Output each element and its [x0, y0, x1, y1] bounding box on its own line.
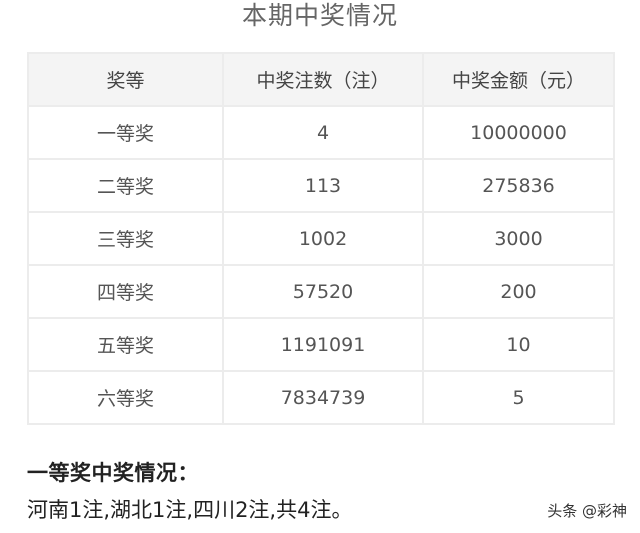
- prize-level: 二等奖: [27, 158, 224, 213]
- table-row: 一等奖 4 10000000: [27, 105, 615, 160]
- prize-count: 113: [222, 158, 424, 213]
- prize-amount: 10000000: [422, 105, 615, 160]
- header-count: 中奖注数（注）: [222, 52, 424, 107]
- prize-amount: 10: [422, 317, 615, 372]
- prize-count: 1191091: [222, 317, 424, 372]
- watermark: 头条 @彩神: [547, 502, 627, 520]
- table-row: 四等奖 57520 200: [27, 264, 615, 319]
- prize-amount: 200: [422, 264, 615, 319]
- prize-level: 一等奖: [27, 105, 224, 160]
- prize-level: 四等奖: [27, 264, 224, 319]
- table-row: 六等奖 7834739 5: [27, 370, 615, 425]
- header-level: 奖等: [27, 52, 224, 107]
- prize-count: 4: [222, 105, 424, 160]
- prize-level: 五等奖: [27, 317, 224, 372]
- prize-amount: 5: [422, 370, 615, 425]
- table-row: 二等奖 113 275836: [27, 158, 615, 213]
- table-row: 三等奖 1002 3000: [27, 211, 615, 266]
- prize-level: 六等奖: [27, 370, 224, 425]
- table-header-row: 奖等 中奖注数（注） 中奖金额（元）: [27, 52, 615, 107]
- prize-count: 1002: [222, 211, 424, 266]
- first-prize-heading: 一等奖中奖情况：: [27, 461, 199, 485]
- header-amount: 中奖金额（元）: [422, 52, 615, 107]
- table-row: 五等奖 1191091 10: [27, 317, 615, 372]
- prize-count: 57520: [222, 264, 424, 319]
- first-prize-detail: 河南1注,湖北1注,四川2注,共4注。: [27, 498, 353, 522]
- prize-count: 7834739: [222, 370, 424, 425]
- prize-level: 三等奖: [27, 211, 224, 266]
- prize-amount: 3000: [422, 211, 615, 266]
- page-title: 本期中奖情况: [241, 1, 398, 30]
- prize-amount: 275836: [422, 158, 615, 213]
- prize-table: 奖等 中奖注数（注） 中奖金额（元） 一等奖 4 10000000 二等奖 11…: [27, 52, 615, 425]
